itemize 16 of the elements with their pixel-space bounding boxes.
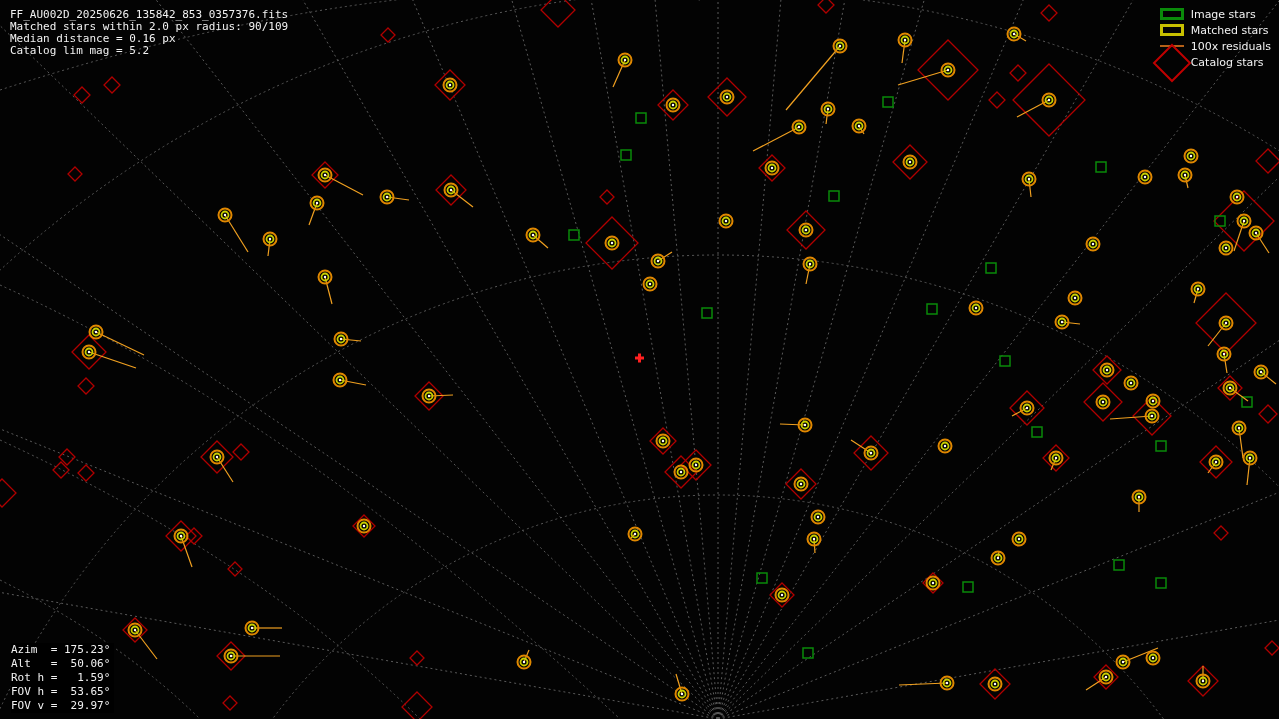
info-text: Matched stars within 2.0 px radius: 90/109 — [10, 21, 289, 33]
pointing-text: Alt = 50.06° — [11, 657, 111, 671]
legend-label: Catalog stars — [1190, 55, 1264, 69]
info-text: Median distance = 0.16 px — [10, 33, 177, 45]
legend-label: Image stars — [1190, 7, 1256, 21]
info-text: FF_AU002D_20250626_135842_853_0357376.fits — [10, 9, 289, 21]
square-outline-icon — [1159, 24, 1184, 36]
pointing-text: FOV h = 53.65° — [11, 685, 111, 699]
diamond-icon — [1152, 43, 1192, 83]
square-outline-icon — [1159, 8, 1184, 20]
info-text: Catalog lim mag = 5.2 — [10, 45, 151, 57]
pointing-text: Azim = 175.23° — [11, 643, 111, 657]
pointing-text: FOV v = 29.97° — [11, 699, 111, 713]
pointing-text: Rot h = 1.59° — [11, 671, 111, 685]
legend-label: Matched stars — [1190, 23, 1269, 37]
legend-label: 100x residuals — [1190, 39, 1271, 53]
